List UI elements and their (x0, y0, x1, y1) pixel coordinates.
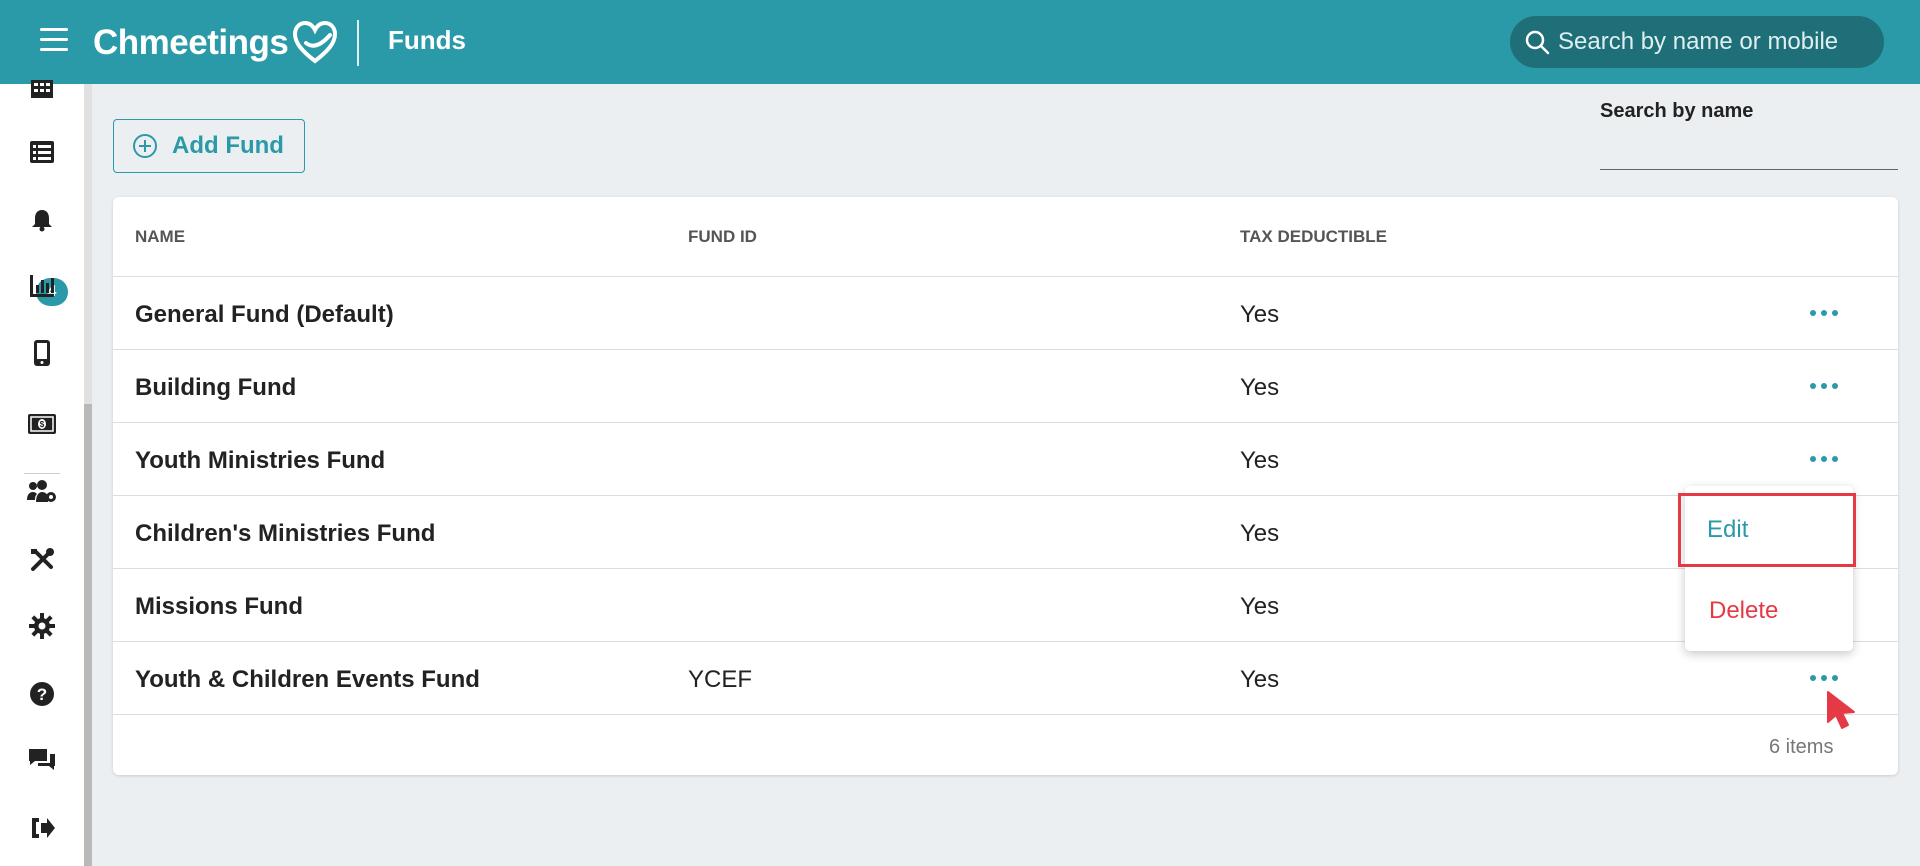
top-bar: Chmeetings Funds (0, 0, 1920, 84)
list-icon[interactable] (24, 134, 60, 170)
gear-icon[interactable] (24, 608, 60, 644)
table-row: Children's Ministries Fund Yes (113, 496, 1898, 569)
hamburger-menu-icon[interactable] (40, 28, 68, 54)
header-divider (357, 20, 359, 66)
fund-name: Building Fund (135, 374, 297, 401)
fund-name: Children's Ministries Fund (135, 520, 436, 547)
page-title: Funds (388, 25, 466, 55)
row-actions-icon[interactable] (1810, 672, 1838, 684)
table-row: Missions Fund Yes (113, 569, 1898, 642)
tax-deductible: Yes (1240, 301, 1280, 328)
bell-icon[interactable] (24, 202, 60, 238)
table-row: Building Fund Yes (113, 350, 1898, 423)
table-row: General Fund (Default) Yes (113, 277, 1898, 350)
add-fund-button[interactable]: Add Fund (113, 119, 305, 173)
search-by-name-input[interactable] (1600, 136, 1898, 170)
heart-icon (293, 21, 338, 64)
row-actions-menu: Edit Delete (1678, 486, 1856, 651)
tax-deductible: Yes (1240, 666, 1280, 693)
table-row: Youth Ministries Fund Yes (113, 423, 1898, 496)
svg-text:$: $ (40, 420, 45, 429)
edit-menu-item[interactable]: Edit (1678, 493, 1856, 567)
row-actions-icon[interactable] (1810, 380, 1838, 392)
add-fund-label: Add Fund (172, 132, 284, 159)
users-cog-icon[interactable] (24, 474, 60, 510)
column-header-name[interactable]: NAME (135, 227, 185, 247)
fund-id: YCEF (688, 666, 753, 693)
row-actions-icon[interactable] (1810, 307, 1838, 319)
sidebar: 4 $ ? (0, 80, 84, 866)
mouse-cursor-icon (1827, 691, 1855, 729)
funds-table: NAME FUND ID TAX DEDUCTIBLE General Fund… (113, 197, 1898, 775)
bar-chart-icon[interactable] (24, 268, 60, 304)
tax-deductible: Yes (1240, 374, 1280, 401)
tax-deductible: Yes (1240, 520, 1280, 547)
logout-icon[interactable] (24, 810, 60, 846)
fund-name: Youth & Children Events Fund (135, 666, 480, 693)
svg-text:?: ? (37, 685, 47, 704)
column-header-tax-deductible[interactable]: TAX DEDUCTIBLE (1240, 227, 1387, 247)
chat-icon[interactable] (24, 742, 60, 778)
delete-menu-item[interactable]: Delete (1685, 586, 1853, 636)
money-icon[interactable]: $ (24, 406, 60, 442)
tax-deductible: Yes (1240, 593, 1280, 620)
column-header-fund-id[interactable]: FUND ID (688, 227, 757, 247)
tax-deductible: Yes (1240, 447, 1280, 474)
items-count: 6 items (1769, 736, 1834, 758)
global-search-input[interactable] (1558, 28, 1878, 56)
brand-name: Chmeetings (93, 23, 289, 62)
table-row: Youth & Children Events Fund YCEF Yes (113, 642, 1898, 715)
row-actions-icon[interactable] (1810, 453, 1838, 465)
sidebar-scrollbar[interactable] (84, 84, 92, 866)
plus-circle-icon (133, 134, 157, 158)
fund-name: Missions Fund (135, 593, 303, 620)
fund-name: Youth Ministries Fund (135, 447, 386, 474)
calendar-icon[interactable] (24, 72, 60, 108)
search-by-name-label: Search by name (1600, 100, 1754, 122)
fund-name: General Fund (Default) (135, 301, 394, 328)
help-icon[interactable]: ? (24, 676, 60, 712)
brand-logo[interactable]: Chmeetings (93, 20, 338, 66)
mobile-icon[interactable] (24, 335, 60, 371)
search-icon (1525, 30, 1550, 55)
tools-icon[interactable] (24, 542, 60, 578)
table-header: NAME FUND ID TAX DEDUCTIBLE (113, 197, 1898, 277)
global-search[interactable] (1510, 16, 1884, 68)
